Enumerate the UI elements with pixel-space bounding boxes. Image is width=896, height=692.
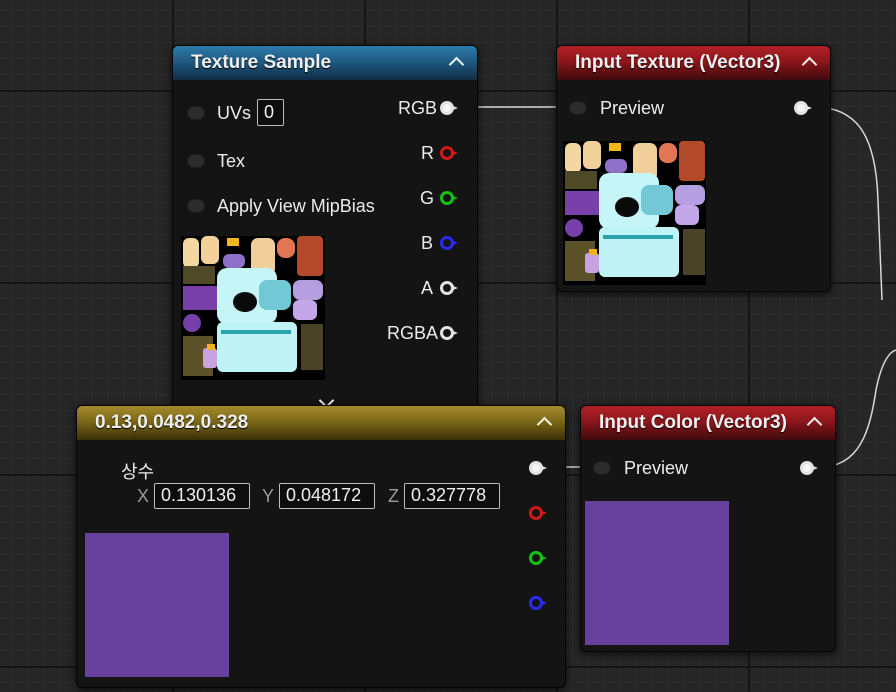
rgba-output-label: RGBA <box>387 323 439 343</box>
constant-vector-header[interactable]: 0.13,0.0482,0.328 <box>77 406 565 440</box>
input-texture-preview-in-pin[interactable] <box>569 101 587 115</box>
g-output-label: G <box>420 188 435 208</box>
tex-label: Tex <box>217 151 246 171</box>
y-value-field[interactable]: 0.048172 <box>279 483 375 509</box>
z-label: Z <box>388 486 399 506</box>
rgba-output-pin[interactable] <box>440 326 458 340</box>
b-output-label: B <box>421 233 434 253</box>
z-value-field[interactable]: 0.327778 <box>404 483 500 509</box>
input-texture-output-pin[interactable] <box>794 101 812 115</box>
constant-color-swatch <box>85 533 229 677</box>
chevron-up-icon[interactable] <box>803 410 825 434</box>
uvs-value-field[interactable]: 0 <box>257 99 284 126</box>
r-output-label: R <box>421 143 434 163</box>
input-texture-title: Input Texture (Vector3) <box>575 52 781 73</box>
b-output-pin[interactable] <box>440 236 458 250</box>
chevron-up-icon[interactable] <box>533 410 555 434</box>
chevron-up-icon[interactable] <box>445 50 467 74</box>
texture-sample-title: Texture Sample <box>191 52 332 73</box>
uvs-label: UVs <box>217 103 252 123</box>
texture-preview-thumbnail <box>181 236 325 380</box>
texture-sample-header[interactable]: Texture Sample <box>173 46 477 80</box>
x-label: X <box>137 486 150 506</box>
constant-r-output-pin[interactable] <box>529 506 547 520</box>
y-label: Y <box>262 486 275 506</box>
constant-g-output-pin[interactable] <box>529 551 547 565</box>
constant-vector-title: 0.13,0.0482,0.328 <box>95 412 249 433</box>
a-output-label: A <box>421 278 434 298</box>
input-color-title: Input Color (Vector3) <box>599 412 787 433</box>
constant-b-output-pin[interactable] <box>529 596 547 610</box>
mipbias-label: Apply View MipBias <box>217 196 375 216</box>
x-value-field[interactable]: 0.130136 <box>154 483 250 509</box>
chevron-up-icon[interactable] <box>798 50 820 74</box>
g-output-pin[interactable] <box>440 191 458 205</box>
mipbias-input-pin[interactable] <box>187 199 205 213</box>
rgb-output-pin[interactable] <box>440 101 458 115</box>
r-output-pin[interactable] <box>440 146 458 160</box>
input-color-output-pin[interactable] <box>800 461 818 475</box>
input-color-swatch <box>585 501 729 645</box>
input-texture-preview-label: Preview <box>600 98 665 118</box>
input-texture-header[interactable]: Input Texture (Vector3) <box>557 46 830 80</box>
texture-sample-node[interactable]: Texture Sample UVs 0 Tex Apply View MipB… <box>172 45 478 417</box>
input-color-node[interactable]: Input Color (Vector3) Preview <box>580 405 836 652</box>
uvs-input-pin[interactable] <box>187 106 205 120</box>
input-texture-node[interactable]: Input Texture (Vector3) Preview <box>556 45 831 292</box>
constant-param-name: 상수 <box>121 462 155 482</box>
a-output-pin[interactable] <box>440 281 458 295</box>
constant-vector-node[interactable]: 0.13,0.0482,0.328 상수 X 0.130136 Y 0.0481… <box>76 405 566 688</box>
input-color-preview-in-pin[interactable] <box>593 461 611 475</box>
tex-input-pin[interactable] <box>187 154 205 168</box>
input-texture-thumbnail <box>563 141 706 285</box>
input-color-preview-label: Preview <box>624 458 689 478</box>
constant-rgb-output-pin[interactable] <box>529 461 547 475</box>
rgb-output-label: RGB <box>398 98 438 118</box>
input-color-header[interactable]: Input Color (Vector3) <box>581 406 835 440</box>
